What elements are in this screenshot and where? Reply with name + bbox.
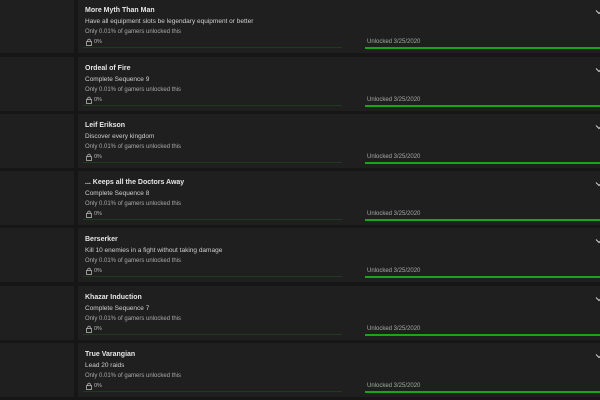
achievement-rarity: Only 0.01% of gamers unlocked this (85, 258, 182, 264)
progress-bar-fill (365, 391, 600, 393)
achievement-thumbnail (0, 343, 74, 397)
achievement-description: Complete Sequence 8 (85, 190, 150, 197)
achievement-percent: 0% (94, 383, 102, 389)
progress-bar (365, 391, 600, 393)
achievement-rarity: Only 0.01% of gamers unlocked this (85, 87, 182, 93)
lock-icon (86, 210, 92, 218)
unlocked-date: Unlocked 3/25/2020 (367, 268, 421, 274)
achievement-row[interactable]: Ordeal of Fire Complete Sequence 9 Only … (0, 57, 600, 111)
progress-bar (365, 219, 600, 221)
lock-icon (86, 153, 92, 161)
progress-bar-fill (365, 276, 600, 278)
achievement-card[interactable]: ... Keeps all the Doctors Away Complete … (78, 171, 600, 225)
achievement-title: More Myth Than Man (85, 7, 155, 14)
lock-icon (86, 96, 92, 104)
achievement-thumbnail (0, 57, 74, 111)
rarity-bar (83, 391, 342, 392)
chevron-down-icon[interactable] (595, 124, 600, 130)
achievement-percent: 0% (94, 154, 102, 160)
progress-bar (365, 162, 600, 164)
achievement-thumbnail (0, 171, 74, 225)
achievement-title: Leif Erikson (85, 122, 126, 129)
progress-bar (365, 334, 600, 336)
rarity-bar (83, 276, 342, 277)
achievement-description: Lead 20 raids (85, 362, 125, 369)
achievement-description: Have all equipment slots be legendary eq… (85, 18, 254, 25)
achievement-percent: 0% (94, 211, 102, 217)
achievement-list: More Myth Than Man Have all equipment sl… (0, 0, 600, 400)
achievement-card[interactable]: Ordeal of Fire Complete Sequence 9 Only … (78, 57, 600, 111)
achievement-percent: 0% (94, 268, 102, 274)
achievement-description: Kill 10 enemies in a fight without takin… (85, 247, 223, 254)
rarity-bar (83, 47, 342, 48)
achievement-row[interactable]: True Varangian Lead 20 raids Only 0.01% … (0, 343, 600, 397)
achievement-card[interactable]: Leif Erikson Discover every kingdom Only… (78, 114, 600, 168)
achievement-thumbnail (0, 228, 74, 282)
achievement-title: Khazar Induction (85, 294, 142, 301)
achievement-row[interactable]: Leif Erikson Discover every kingdom Only… (0, 114, 600, 168)
achievement-row[interactable]: More Myth Than Man Have all equipment sl… (0, 0, 600, 53)
unlocked-date: Unlocked 3/25/2020 (367, 211, 421, 217)
lock-icon (86, 382, 92, 390)
unlocked-date: Unlocked 3/25/2020 (367, 39, 421, 45)
achievement-rarity: Only 0.01% of gamers unlocked this (85, 201, 182, 207)
progress-bar-fill (365, 162, 600, 164)
chevron-down-icon[interactable] (595, 181, 600, 187)
achievement-thumbnail (0, 286, 74, 340)
achievement-rarity: Only 0.01% of gamers unlocked this (85, 373, 182, 379)
achievement-card[interactable]: Berserker Kill 10 enemies in a fight wit… (78, 228, 600, 282)
achievement-description: Complete Sequence 7 (85, 305, 150, 312)
chevron-down-icon[interactable] (595, 238, 600, 244)
achievement-thumbnail (0, 114, 74, 168)
unlocked-date: Unlocked 3/25/2020 (367, 383, 421, 389)
achievement-title: Ordeal of Fire (85, 65, 131, 72)
unlocked-date: Unlocked 3/25/2020 (367, 97, 421, 103)
achievement-description: Complete Sequence 9 (85, 76, 150, 83)
chevron-down-icon[interactable] (595, 9, 600, 15)
chevron-down-icon[interactable] (595, 296, 600, 302)
achievement-description: Discover every kingdom (85, 133, 155, 140)
rarity-bar (83, 219, 342, 220)
progress-bar-fill (365, 105, 600, 107)
progress-bar (365, 105, 600, 107)
lock-icon (86, 38, 92, 46)
achievement-title: ... Keeps all the Doctors Away (85, 179, 185, 186)
rarity-bar (83, 334, 342, 335)
lock-icon (86, 325, 92, 333)
rarity-bar (83, 105, 342, 106)
achievement-row[interactable]: Berserker Kill 10 enemies in a fight wit… (0, 228, 600, 282)
unlocked-date: Unlocked 3/25/2020 (367, 326, 421, 332)
achievement-rarity: Only 0.01% of gamers unlocked this (85, 29, 182, 35)
achievement-card[interactable]: Khazar Induction Complete Sequence 7 Onl… (78, 286, 600, 340)
achievement-thumbnail (0, 0, 74, 53)
rarity-bar (83, 162, 342, 163)
achievement-card[interactable]: True Varangian Lead 20 raids Only 0.01% … (78, 343, 600, 397)
achievement-row[interactable]: ... Keeps all the Doctors Away Complete … (0, 171, 600, 225)
chevron-down-icon[interactable] (595, 353, 600, 359)
progress-bar-fill (365, 334, 600, 336)
chevron-down-icon[interactable] (595, 67, 600, 73)
achievement-percent: 0% (94, 97, 102, 103)
achievement-card[interactable]: More Myth Than Man Have all equipment sl… (78, 0, 600, 53)
progress-bar-fill (365, 219, 600, 221)
achievement-title: Berserker (85, 236, 118, 243)
progress-bar-fill (365, 47, 600, 49)
lock-icon (86, 267, 92, 275)
progress-bar (365, 276, 600, 278)
progress-bar (365, 47, 600, 49)
achievement-rarity: Only 0.01% of gamers unlocked this (85, 316, 182, 322)
unlocked-date: Unlocked 3/25/2020 (367, 154, 421, 160)
achievement-percent: 0% (94, 39, 102, 45)
achievement-percent: 0% (94, 326, 102, 332)
achievement-title: True Varangian (85, 351, 136, 358)
achievement-rarity: Only 0.01% of gamers unlocked this (85, 144, 182, 150)
achievement-row[interactable]: Khazar Induction Complete Sequence 7 Onl… (0, 286, 600, 340)
